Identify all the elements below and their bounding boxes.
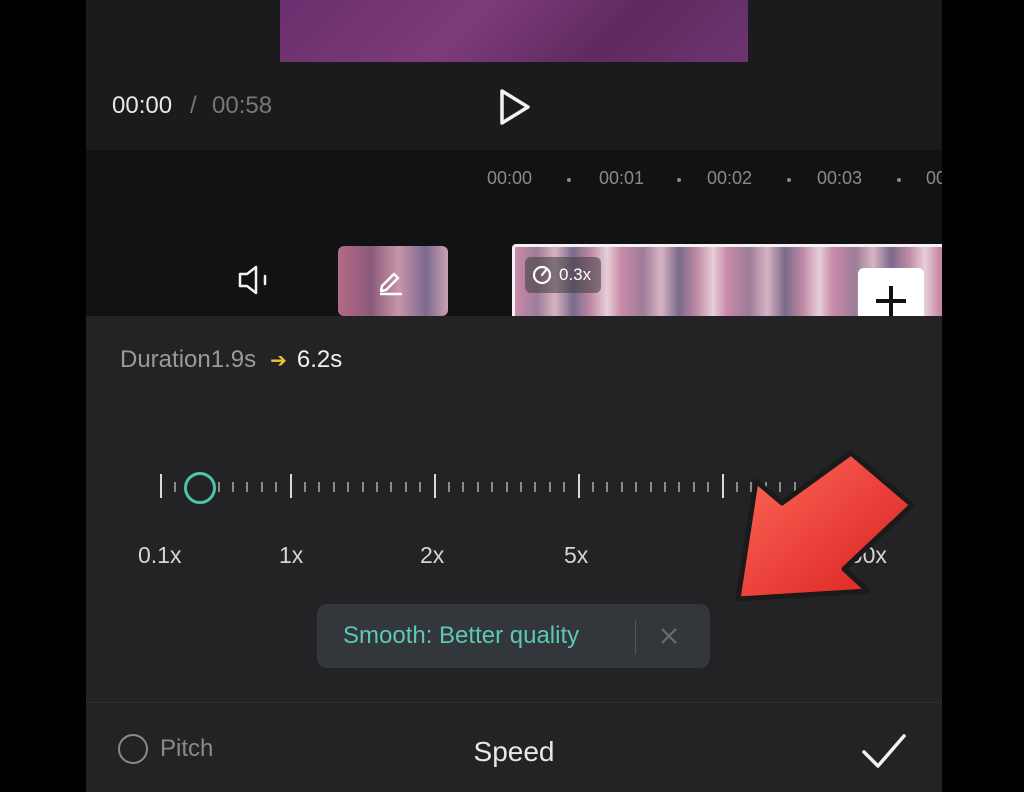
scale-label: 2x xyxy=(420,542,445,568)
slider-tick xyxy=(707,482,710,492)
ruler-label: 00:00 xyxy=(487,168,533,188)
slider-tick xyxy=(664,482,666,492)
slider-tick xyxy=(476,482,479,492)
video-preview[interactable] xyxy=(280,0,748,62)
tip-divider xyxy=(635,620,636,654)
slider-major-tick xyxy=(578,474,580,498)
slider-tick xyxy=(592,482,594,492)
edit-icon xyxy=(379,272,402,296)
ruler-label: 00:03 xyxy=(817,168,863,188)
slider-tick xyxy=(376,482,378,492)
duration-info: Duration 1.9s ➔ 6.2s xyxy=(120,346,342,374)
scale-label: 0.1x xyxy=(138,542,182,568)
ruler-dot xyxy=(897,178,901,182)
scale-label: 1x xyxy=(279,542,304,568)
slider-tick xyxy=(361,482,364,492)
video-preview-area: 00:00 / 00:58 xyxy=(86,0,942,150)
smooth-tip[interactable]: Smooth: Better quality xyxy=(317,604,710,668)
duration-new: 6.2s xyxy=(296,346,343,373)
slider-major-tick xyxy=(434,474,436,498)
checkmark-icon[interactable] xyxy=(860,730,908,774)
ruler-label: 00:02 xyxy=(707,168,753,188)
speaker-icon[interactable] xyxy=(236,262,272,298)
footer-divider xyxy=(86,702,942,703)
slider-tick xyxy=(620,482,623,492)
clip-speed-badge: 0.3x xyxy=(525,257,602,293)
slider-tick xyxy=(563,482,566,492)
close-icon[interactable] xyxy=(657,624,681,648)
red-arrow-annotation xyxy=(735,450,915,602)
slider-tick xyxy=(246,482,249,492)
slider-tick xyxy=(232,482,234,492)
duration-old: 1.9s xyxy=(210,346,257,373)
slider-tick xyxy=(260,482,263,492)
slider-tick xyxy=(692,482,695,492)
slider-tick xyxy=(332,482,335,492)
ruler-dot xyxy=(677,178,681,182)
slider-tick xyxy=(462,482,465,492)
slider-tick xyxy=(606,482,609,492)
total-time: 00:58 xyxy=(212,92,273,119)
slider-tick xyxy=(548,482,551,492)
speed-gauge-icon xyxy=(532,265,552,285)
smooth-tip-text[interactable]: Smooth: Better quality xyxy=(343,622,579,650)
ruler-dot xyxy=(787,178,791,182)
slider-tick xyxy=(390,482,393,492)
arrow-right-icon: ➔ xyxy=(270,349,287,372)
slider-tick xyxy=(304,482,306,492)
ruler-label: 00 xyxy=(926,168,942,188)
ruler-dot xyxy=(567,178,571,182)
slider-tick xyxy=(678,482,681,492)
slider-tick xyxy=(505,482,508,492)
scale-label: 5x xyxy=(564,542,589,568)
slider-tick xyxy=(491,482,494,492)
speed-slider-knob[interactable] xyxy=(184,472,216,504)
slider-major-tick xyxy=(160,474,162,498)
slider-tick xyxy=(649,482,652,492)
panel-title: Speed xyxy=(473,736,555,767)
current-time: 00:00 xyxy=(112,92,173,119)
slider-tick xyxy=(635,482,638,492)
cover-thumbnail[interactable] xyxy=(338,246,448,316)
slider-major-tick xyxy=(722,474,724,498)
clip-speed-value: 0.3x xyxy=(559,265,592,284)
slider-tick xyxy=(174,482,177,492)
slider-tick xyxy=(404,482,407,492)
time-separator: / xyxy=(190,92,197,119)
slider-tick xyxy=(318,482,321,492)
slider-tick xyxy=(534,482,537,492)
app-screen: 00:00 / 00:58 00:00 00:01 00:02 00:03 00 xyxy=(86,0,942,792)
slider-major-tick xyxy=(290,474,292,498)
slider-tick xyxy=(448,482,450,492)
play-icon[interactable] xyxy=(498,88,532,126)
slider-tick xyxy=(347,482,350,492)
slider-tick xyxy=(275,482,278,492)
duration-label: Duration xyxy=(120,346,211,373)
slider-tick xyxy=(419,482,422,492)
timeline[interactable]: 00:00 00:01 00:02 00:03 00 0.3x xyxy=(86,150,942,328)
slider-tick xyxy=(520,482,522,492)
slider-tick xyxy=(217,482,220,492)
ruler-label: 00:01 xyxy=(599,168,645,188)
